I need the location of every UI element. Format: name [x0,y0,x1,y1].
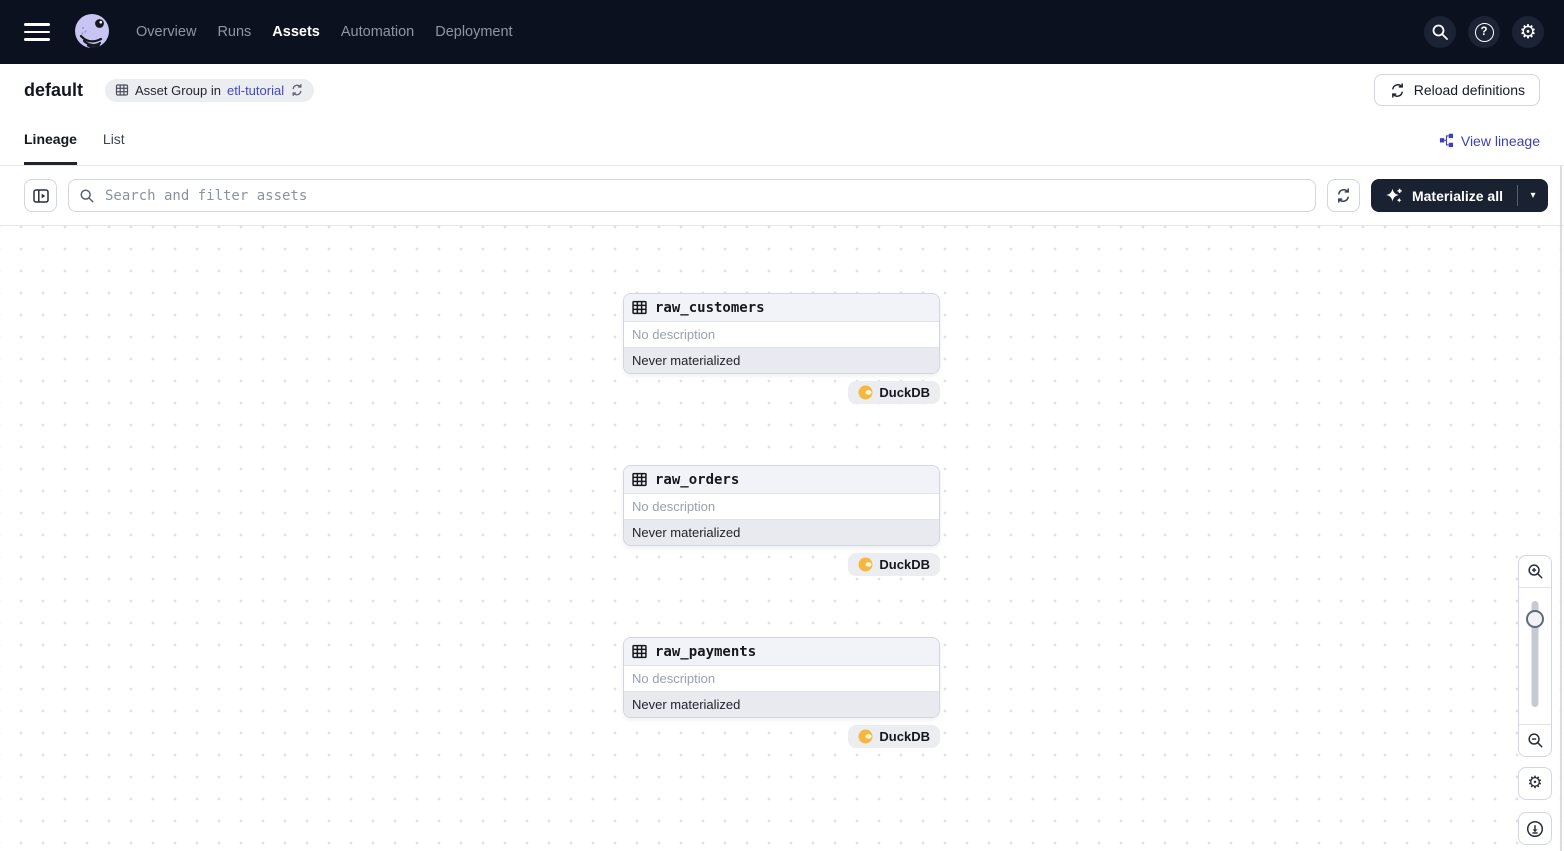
asset-node-raw-payments: raw_payments No description Never materi… [623,637,940,748]
zoom-slider-handle[interactable] [1526,610,1544,628]
graph-settings-gear-icon: ⚙ [1527,775,1542,792]
kind-badge-label: DuckDB [879,385,930,400]
asset-description: No description [624,666,939,691]
kind-badge-label: DuckDB [879,729,930,744]
hamburger-menu-icon[interactable] [24,23,50,41]
nav-item-overview[interactable]: Overview [134,20,198,44]
lineage-toolbar: Materialize all ▾ [0,166,1564,226]
asset-search-box[interactable] [68,179,1316,212]
asset-card[interactable]: raw_customers No description Never mater… [623,293,940,374]
tab-list[interactable]: List [103,116,125,165]
asset-description: No description [624,322,939,347]
recenter-view-button[interactable] [1518,812,1552,845]
asset-status: Never materialized [624,691,939,717]
search-icon [1431,23,1449,41]
panel-expand-icon [32,187,50,205]
page-title: default [24,80,83,101]
kind-badge-duckdb[interactable]: DuckDB [848,381,940,404]
nav-item-automation[interactable]: Automation [339,20,416,44]
reload-definitions-label: Reload definitions [1414,82,1525,98]
materialize-all-button[interactable]: Materialize all [1371,179,1517,212]
lineage-graph-icon [1439,133,1454,148]
view-lineage-label: View lineage [1461,133,1540,149]
lineage-canvas[interactable]: raw_customers No description Never mater… [0,226,1564,851]
tabs-bar: Lineage List View lineage [0,116,1564,166]
sparkle-icon [1385,187,1403,205]
reload-icon [1389,82,1406,99]
recenter-icon [1526,820,1544,838]
asset-description: No description [624,494,939,519]
zoom-in-icon [1527,563,1544,580]
nav-right-actions: ? ⚙ [1424,16,1544,48]
zoom-in-button[interactable] [1519,556,1551,587]
kind-badge-label: DuckDB [879,557,930,572]
zoom-slider[interactable] [1519,588,1551,724]
kind-badge-duckdb[interactable]: DuckDB [848,725,940,748]
asset-card-header: raw_customers [624,294,939,322]
asset-search-input[interactable] [103,187,1305,205]
kind-badge-duckdb[interactable]: DuckDB [848,553,940,576]
table-icon [632,300,647,315]
view-lineage-link[interactable]: View lineage [1439,133,1540,149]
sidebar-toggle-button[interactable] [24,179,57,212]
graph-settings-button[interactable]: ⚙ [1518,767,1552,800]
materialize-options-button[interactable]: ▾ [1518,179,1548,212]
code-location-link[interactable]: etl-tutorial [227,83,284,98]
zoom-out-icon [1527,732,1544,749]
nav-item-runs[interactable]: Runs [215,20,253,44]
search-button[interactable] [1424,16,1456,48]
page-header: default Asset Group in etl-tutorial Relo… [0,64,1564,116]
help-glyph: ? [1480,26,1487,38]
asset-name: raw_orders [655,472,739,488]
tab-lineage[interactable]: Lineage [24,116,77,165]
help-icon: ? [1475,23,1494,42]
asset-group-badge-text: Asset Group in [135,83,221,98]
asset-badges-row: DuckDB [623,725,940,748]
dagster-logo[interactable] [72,12,112,52]
asset-card-header: raw_orders [624,466,939,494]
asset-badges-row: DuckDB [623,553,940,576]
refresh-button[interactable] [1327,179,1360,212]
zoom-out-button[interactable] [1519,725,1551,756]
asset-name: raw_payments [655,644,756,660]
nav-item-assets[interactable]: Assets [270,20,322,44]
asset-group-badge: Asset Group in etl-tutorial [105,79,314,102]
materialize-all-split-button: Materialize all ▾ [1371,179,1548,212]
help-button[interactable]: ? [1468,16,1500,48]
settings-gear-icon: ⚙ [1519,23,1536,42]
asset-group-icon [115,83,129,97]
tab-lineage-label: Lineage [24,131,77,147]
asset-name: raw_customers [655,300,765,316]
asset-status: Never materialized [624,347,939,373]
tab-list-label: List [103,131,125,147]
asset-card[interactable]: raw_orders No description Never material… [623,465,940,546]
reload-definitions-button[interactable]: Reload definitions [1374,74,1540,106]
caret-down-icon: ▾ [1530,190,1535,201]
asset-badges-row: DuckDB [623,381,940,404]
dagster-asset-lineage-page: { "nav": { "items": [ {"label": "Overvie… [0,0,1564,851]
right-scroll-edge[interactable] [1560,166,1562,851]
user-settings-button[interactable]: ⚙ [1512,16,1544,48]
table-icon [632,472,647,487]
nav-item-deployment[interactable]: Deployment [433,20,514,44]
search-input-icon [79,188,95,204]
duckdb-icon [858,385,873,400]
refresh-icon [1335,187,1352,204]
asset-node-raw-orders: raw_orders No description Never material… [623,465,940,576]
asset-status: Never materialized [624,519,939,545]
zoom-control-panel [1518,555,1552,757]
sync-icon[interactable] [290,83,304,97]
duckdb-icon [858,557,873,572]
asset-card-header: raw_payments [624,638,939,666]
asset-node-raw-customers: raw_customers No description Never mater… [623,293,940,404]
table-icon [632,644,647,659]
materialize-all-label: Materialize all [1412,188,1503,204]
top-nav: Overview Runs Assets Automation Deployme… [0,0,1564,64]
asset-card[interactable]: raw_payments No description Never materi… [623,637,940,718]
duckdb-icon [858,729,873,744]
